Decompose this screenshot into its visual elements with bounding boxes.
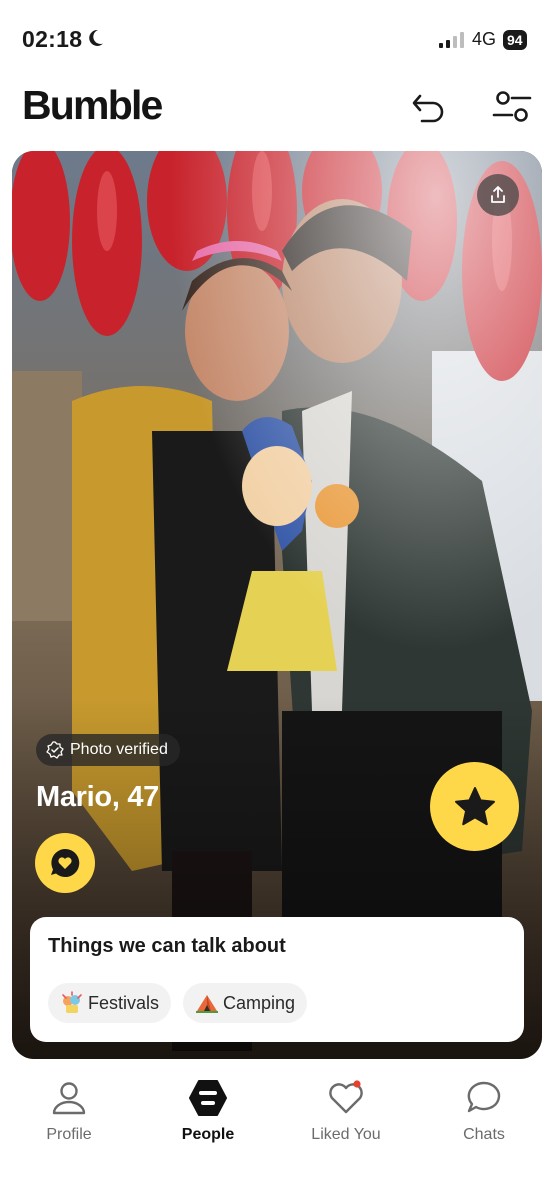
festival-icon <box>62 991 82 1013</box>
nav-label: Profile <box>46 1126 92 1143</box>
moon-icon <box>89 29 103 46</box>
superswipe-button[interactable] <box>430 762 519 851</box>
nav-label: Chats <box>463 1126 505 1143</box>
verified-label: Photo verified <box>70 741 168 758</box>
nav-profile[interactable]: Profile <box>9 1078 129 1144</box>
chip-festivals[interactable]: Festivals <box>48 983 172 1023</box>
talk-about-panel: Things we can talk about Festivals Campi… <box>30 917 524 1042</box>
status-bar: 02:18 4G 94 <box>0 0 554 80</box>
people-icon <box>189 1080 227 1116</box>
nav-liked-you[interactable]: Liked You <box>286 1078 406 1144</box>
tent-icon <box>196 995 219 1013</box>
profile-name-age: Mario, 47 <box>36 781 160 813</box>
share-icon <box>491 186 505 203</box>
chip-label: Festivals <box>88 992 160 1013</box>
chat-bubble-icon <box>467 1081 501 1113</box>
nav-chats[interactable]: Chats <box>424 1078 544 1144</box>
chip-label: Camping <box>223 992 296 1013</box>
nav-label: Liked You <box>311 1126 381 1143</box>
talk-about-title: Things we can talk about <box>48 935 286 957</box>
signal-icon <box>439 32 464 48</box>
compliment-icon <box>51 848 80 877</box>
filter-icon[interactable] <box>490 86 534 128</box>
bottom-navigation: Profile People Liked You Chats <box>0 1066 554 1199</box>
battery-level: 94 <box>503 30 527 50</box>
chip-camping[interactable]: Camping <box>183 983 308 1023</box>
nav-label: People <box>181 1126 235 1143</box>
verified-check-icon <box>46 741 64 759</box>
app-logo: Bumble <box>22 82 163 128</box>
photo-verified-badge[interactable]: Photo verified <box>36 734 180 766</box>
heart-icon <box>329 1080 363 1114</box>
talk-about-chips: Festivals Camping <box>48 983 308 1023</box>
status-time: 02:18 <box>22 26 83 52</box>
undo-icon[interactable] <box>408 86 450 128</box>
profile-icon <box>52 1082 86 1115</box>
compliment-button[interactable] <box>35 833 95 893</box>
share-button[interactable] <box>477 174 519 216</box>
profile-card[interactable]: Photo verified Mario, 47 Things we can t… <box>12 151 542 1059</box>
nav-people[interactable]: People <box>148 1078 268 1144</box>
network-type: 4G <box>472 29 497 49</box>
app-header: Bumble <box>0 80 554 136</box>
notification-dot <box>353 1080 361 1088</box>
star-icon <box>454 786 495 825</box>
